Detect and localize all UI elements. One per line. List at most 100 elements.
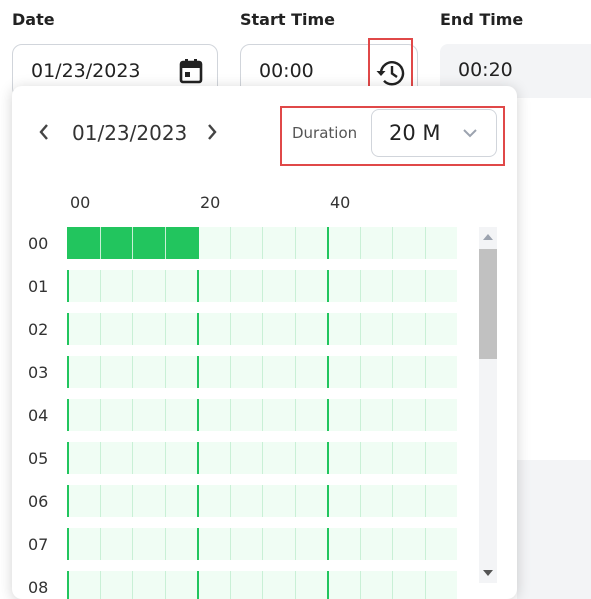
time-slot-cell[interactable] [424,227,457,259]
time-slot-cell[interactable] [99,571,132,599]
time-slot-cell[interactable] [67,356,100,388]
time-slot-cell[interactable] [99,270,132,302]
time-slot-cell[interactable] [424,485,457,517]
time-slot-cell[interactable] [197,571,230,599]
time-slot-cell[interactable] [197,356,230,388]
time-slot-cell[interactable] [67,442,100,474]
time-slot-cell[interactable] [67,399,100,431]
time-slot-cell[interactable] [392,227,425,259]
time-slot-cell[interactable] [294,399,327,431]
time-slot-cell[interactable] [67,313,100,345]
time-slot-cell[interactable] [262,442,295,474]
time-slot-cell[interactable] [164,442,197,474]
time-slot-cell[interactable] [229,485,262,517]
time-slot-cell[interactable] [67,528,100,560]
time-slot-cell[interactable] [197,528,230,560]
time-slot-cell[interactable] [229,442,262,474]
time-slot-cell[interactable] [132,571,165,599]
time-slot-cell[interactable] [262,270,295,302]
time-slot-cell[interactable] [229,528,262,560]
time-slot-cell[interactable] [327,442,360,474]
time-slot-cell[interactable] [392,270,425,302]
time-slot-cell[interactable] [327,270,360,302]
time-slot-cell[interactable] [359,571,392,599]
time-slot-cell[interactable] [229,571,262,599]
time-slot-cell[interactable] [132,399,165,431]
time-slot-cell[interactable] [262,485,295,517]
time-slot-cell[interactable] [327,313,360,345]
calendar-icon[interactable] [177,57,205,85]
scrollbar-thumb[interactable] [479,249,497,359]
time-slot-cell[interactable] [132,528,165,560]
time-slot-cell[interactable] [132,227,165,259]
time-slot-cell[interactable] [67,227,100,259]
time-slot-cell[interactable] [424,442,457,474]
time-slot-cell[interactable] [424,356,457,388]
time-slot-cell[interactable] [359,270,392,302]
time-slot-cell[interactable] [99,528,132,560]
time-slot-cell[interactable] [229,356,262,388]
time-slot-cell[interactable] [132,313,165,345]
time-slot-cell[interactable] [392,399,425,431]
time-slot-cell[interactable] [132,485,165,517]
time-slot-cell[interactable] [294,227,327,259]
time-slot-cell[interactable] [197,227,230,259]
time-slot-cell[interactable] [262,571,295,599]
time-slot-cell[interactable] [294,356,327,388]
time-slot-cell[interactable] [67,485,100,517]
time-slot-cell[interactable] [392,442,425,474]
time-slot-cell[interactable] [294,485,327,517]
time-slot-cell[interactable] [99,399,132,431]
time-slot-cell[interactable] [294,571,327,599]
time-slot-cell[interactable] [327,227,360,259]
time-slot-cell[interactable] [359,313,392,345]
time-slot-cell[interactable] [197,442,230,474]
time-slot-cell[interactable] [327,356,360,388]
time-slot-cell[interactable] [262,528,295,560]
time-slot-cell[interactable] [424,399,457,431]
time-slot-cell[interactable] [99,356,132,388]
time-slot-cell[interactable] [327,485,360,517]
time-slot-cell[interactable] [327,571,360,599]
time-slot-cell[interactable] [164,571,197,599]
time-slot-cell[interactable] [327,399,360,431]
time-slot-cell[interactable] [392,356,425,388]
time-slot-cell[interactable] [132,356,165,388]
time-slot-cell[interactable] [164,399,197,431]
time-slot-cell[interactable] [164,313,197,345]
time-slot-cell[interactable] [392,485,425,517]
time-slot-cell[interactable] [424,528,457,560]
time-slot-cell[interactable] [229,227,262,259]
time-slot-cell[interactable] [132,442,165,474]
time-slot-cell[interactable] [327,528,360,560]
time-slot-cell[interactable] [197,399,230,431]
time-slot-cell[interactable] [229,313,262,345]
time-slot-cell[interactable] [392,528,425,560]
time-slot-cell[interactable] [164,356,197,388]
time-slot-cell[interactable] [99,313,132,345]
time-slot-cell[interactable] [132,270,165,302]
time-slot-cell[interactable] [164,485,197,517]
time-slot-cell[interactable] [392,313,425,345]
time-slot-cell[interactable] [359,442,392,474]
time-slot-cell[interactable] [359,399,392,431]
time-slot-cell[interactable] [262,356,295,388]
time-slot-cell[interactable] [294,270,327,302]
time-slot-cell[interactable] [262,227,295,259]
scroll-down-icon[interactable] [483,570,493,576]
time-slot-cell[interactable] [424,270,457,302]
scroll-up-icon[interactable] [483,234,493,240]
time-slot-cell[interactable] [67,571,100,599]
time-slot-cell[interactable] [164,270,197,302]
time-slot-cell[interactable] [262,399,295,431]
time-slot-cell[interactable] [197,485,230,517]
time-slot-cell[interactable] [359,356,392,388]
time-slot-cell[interactable] [197,270,230,302]
time-slot-cell[interactable] [164,227,197,259]
time-slot-cell[interactable] [229,270,262,302]
time-slot-cell[interactable] [99,442,132,474]
time-slot-cell[interactable] [262,313,295,345]
time-slot-cell[interactable] [294,442,327,474]
time-slot-cell[interactable] [359,227,392,259]
time-slot-cell[interactable] [164,528,197,560]
